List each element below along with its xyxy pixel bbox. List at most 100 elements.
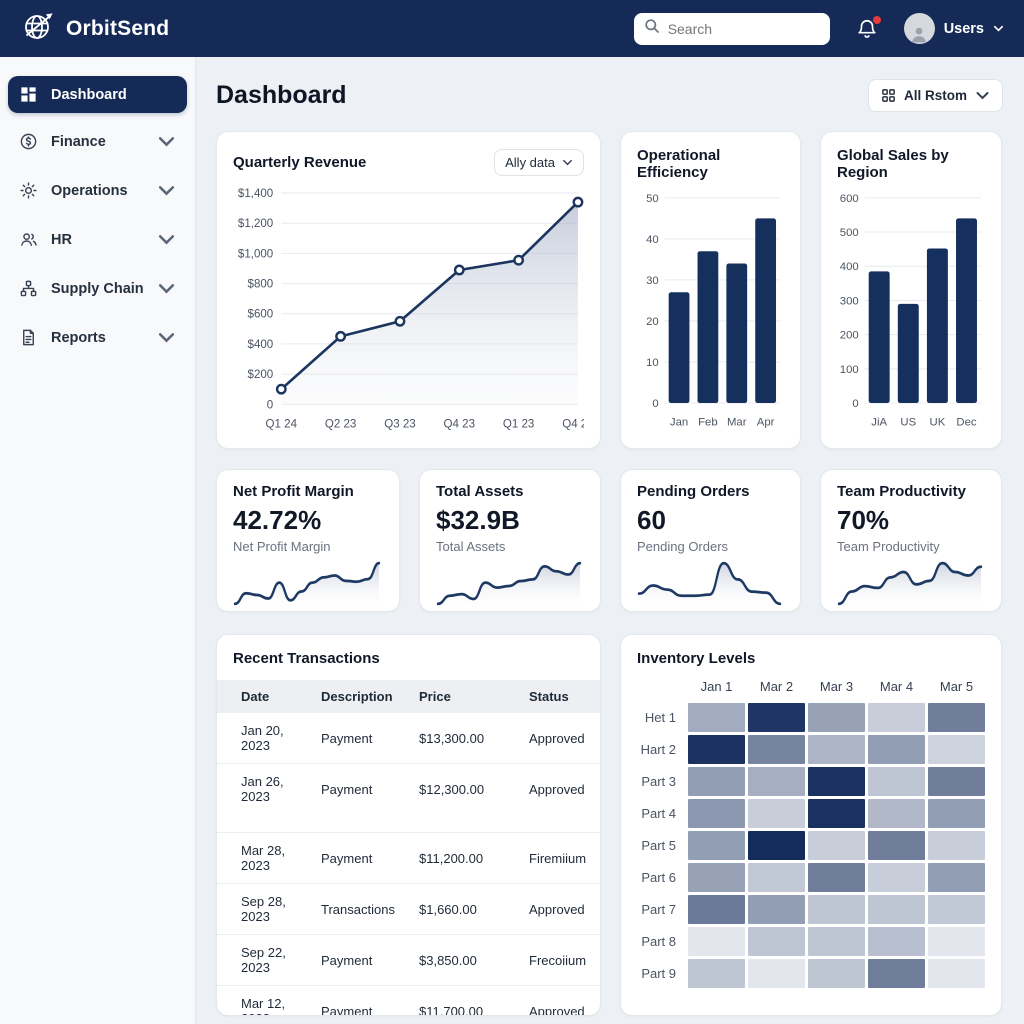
chevron-down-icon xyxy=(975,88,990,103)
heatmap-row: Het 1 xyxy=(637,703,985,732)
svg-text:0: 0 xyxy=(852,398,858,410)
table-row: Mar 28, 2023Payment$11,200.00Firemiium xyxy=(217,833,600,884)
brand: OrbitSend xyxy=(20,8,169,49)
svg-text:Dec: Dec xyxy=(956,417,976,429)
sidebar-item-finance[interactable]: Finance xyxy=(8,120,187,163)
hierarchy-icon xyxy=(19,279,38,298)
cell-date: Jan 26, 2023 xyxy=(217,764,313,833)
svg-text:$600: $600 xyxy=(248,309,274,321)
svg-text:600: 600 xyxy=(840,193,859,205)
grid-outline-icon xyxy=(881,88,896,103)
svg-text:0: 0 xyxy=(652,398,658,410)
recent-transactions-card: Recent Transactions Date Description Pri… xyxy=(216,634,601,1016)
svg-text:0: 0 xyxy=(267,399,273,411)
table-row: Sep 28, 2023Transactions$1,660.00Approve… xyxy=(217,884,600,935)
heatmap-cell xyxy=(928,767,985,796)
kpi-subtitle: Pending Orders xyxy=(637,539,784,554)
heatmap-title: Inventory Levels xyxy=(637,650,985,667)
chevron-down-icon xyxy=(993,23,1004,34)
svg-text:Q2 23: Q2 23 xyxy=(325,418,356,430)
document-icon xyxy=(19,328,38,347)
kpi-subtitle: Total Assets xyxy=(436,539,584,554)
kpi-sparkline xyxy=(837,556,985,611)
sidebar-item-reports[interactable]: Reports xyxy=(8,316,187,359)
kpi-title: Team Productivity xyxy=(837,483,985,500)
heatmap-cell xyxy=(868,703,925,732)
notification-dot xyxy=(873,16,881,24)
globe-logo-icon xyxy=(20,8,56,49)
cell-date: Mar 12, 2023 xyxy=(217,986,313,1017)
svg-text:US: US xyxy=(900,417,916,429)
gear-icon xyxy=(19,181,38,200)
column-header-description: Description xyxy=(313,680,411,713)
table-row: Sep 22, 2023Payment$3,850.00Frecoiium xyxy=(217,935,600,986)
sidebar-item-dashboard[interactable]: Dashboard xyxy=(8,76,187,113)
chart-range-label: Ally data xyxy=(505,155,555,170)
cell-price: $13,300.00 xyxy=(411,713,521,764)
heatmap-cell xyxy=(748,831,805,860)
inventory-levels-card: Inventory Levels Jan 1Mar 2Mar 3Mar 4Mar… xyxy=(620,634,1002,1016)
sidebar-item-operations[interactable]: Operations xyxy=(8,169,187,212)
filter-button-label: All Rstom xyxy=(904,88,967,103)
sidebar-item-label: Finance xyxy=(51,134,106,150)
sidebar-item-label: HR xyxy=(51,232,72,248)
heatmap-cell xyxy=(808,735,865,764)
heatmap-cell xyxy=(688,895,745,924)
search-icon xyxy=(644,18,660,39)
sidebar-item-label: Operations xyxy=(51,183,128,199)
heatmap-cell xyxy=(748,927,805,956)
kpi-team-productivity: Team Productivity 70% Team Productivity xyxy=(820,469,1002,612)
heatmap-cell xyxy=(808,703,865,732)
column-header-status: Status xyxy=(521,680,600,713)
sidebar-item-label: Supply Chain xyxy=(51,281,144,297)
heatmap-row-label: Part 4 xyxy=(637,806,685,821)
kpi-title: Total Assets xyxy=(436,483,584,500)
svg-text:Q4 24: Q4 24 xyxy=(562,418,584,430)
notifications-button[interactable] xyxy=(856,18,878,40)
search-input[interactable] xyxy=(668,21,820,37)
svg-text:$1,200: $1,200 xyxy=(238,218,273,230)
status-badge: Approved xyxy=(521,884,600,935)
filter-button[interactable]: All Rstom xyxy=(868,79,1003,112)
heatmap-cell xyxy=(748,799,805,828)
heatmap-row: Part 5 xyxy=(637,831,985,860)
svg-text:Q1 24: Q1 24 xyxy=(266,418,298,430)
cell-price: $1,660.00 xyxy=(411,884,521,935)
svg-text:500: 500 xyxy=(840,227,859,239)
heatmap-cell xyxy=(688,831,745,860)
svg-text:UK: UK xyxy=(930,417,946,429)
svg-text:20: 20 xyxy=(646,316,659,328)
chevron-down-icon xyxy=(157,328,176,347)
grid-icon xyxy=(19,85,38,104)
heatmap-cell xyxy=(808,831,865,860)
svg-text:400: 400 xyxy=(840,262,859,274)
column-header-price: Price xyxy=(411,680,521,713)
sidebar-item-hr[interactable]: HR xyxy=(8,218,187,261)
heatmap-cell xyxy=(688,703,745,732)
heatmap-cell xyxy=(928,863,985,892)
people-icon xyxy=(19,230,38,249)
user-menu[interactable]: Users xyxy=(904,13,1004,44)
column-header-date: Date xyxy=(217,680,313,713)
chevron-down-icon xyxy=(157,132,176,151)
heatmap-row-label: Part 6 xyxy=(637,870,685,885)
search-box[interactable] xyxy=(634,13,830,45)
sidebar-item-supply-chain[interactable]: Supply Chain xyxy=(8,267,187,310)
heatmap-cell xyxy=(928,895,985,924)
heatmap-cell xyxy=(688,767,745,796)
svg-text:Jan: Jan xyxy=(670,417,688,429)
cell-description: Transactions xyxy=(313,884,411,935)
chart-range-select[interactable]: Ally data xyxy=(494,149,584,176)
cell-price: $11,200.00 xyxy=(411,833,521,884)
sidebar: Dashboard Finance Operations HR xyxy=(0,57,196,1024)
topbar: OrbitSend Users xyxy=(0,0,1024,57)
heatmap-cell xyxy=(748,959,805,988)
heatmap-row-label: Part 7 xyxy=(637,902,685,917)
status-badge: Approved xyxy=(521,986,600,1017)
svg-text:JiA: JiA xyxy=(871,417,887,429)
svg-text:50: 50 xyxy=(646,193,659,205)
kpi-title: Net Profit Margin xyxy=(233,483,383,500)
svg-text:Mar: Mar xyxy=(727,417,747,429)
svg-text:$200: $200 xyxy=(248,369,274,381)
cell-description: Payment xyxy=(313,764,411,833)
